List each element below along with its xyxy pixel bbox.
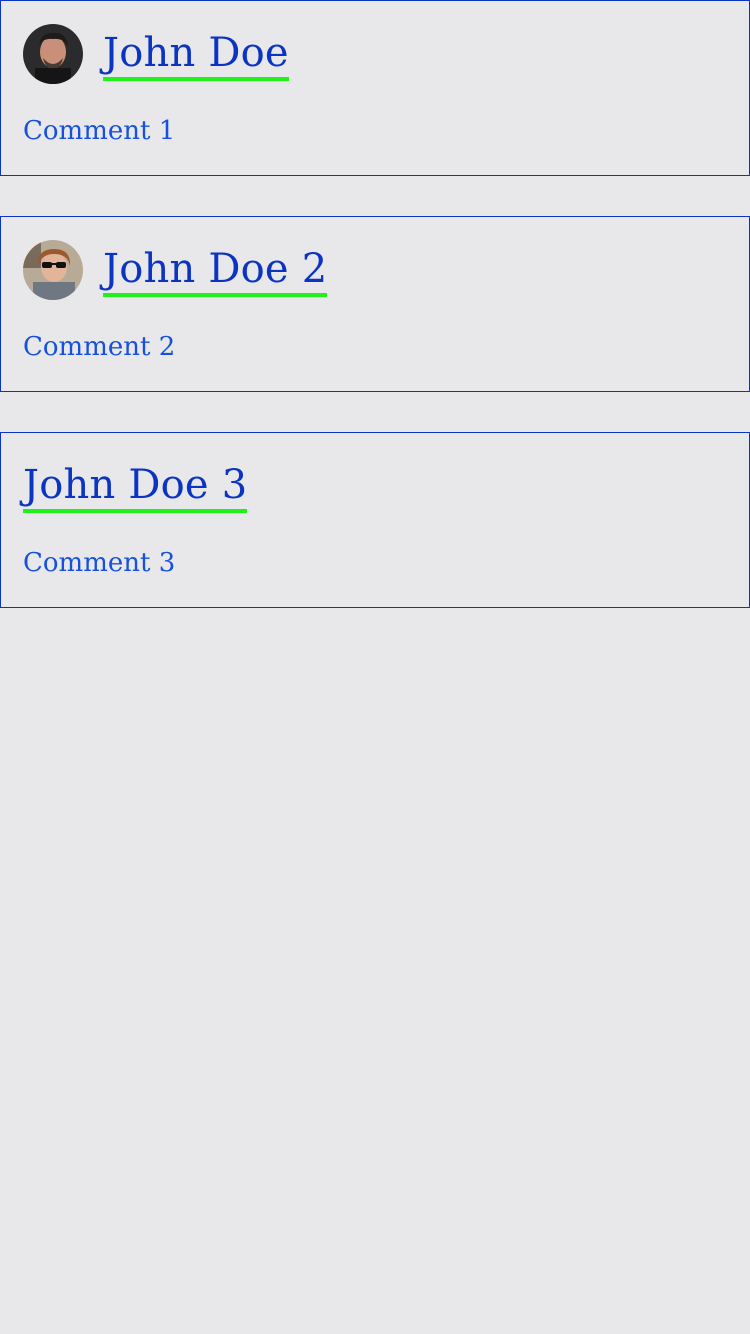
- avatar-sunglasses-icon: [23, 240, 83, 300]
- comment-text: Comment 3: [23, 548, 176, 578]
- comment-text: Comment 1: [23, 116, 176, 146]
- comment-card: John Doe 2 Comment 2: [0, 216, 750, 392]
- avatar[interactable]: [23, 24, 83, 84]
- author-link[interactable]: John Doe 2: [103, 245, 328, 297]
- comment-card: John Doe Comment 1: [0, 0, 750, 176]
- author-link[interactable]: John Doe: [103, 29, 289, 81]
- comment-card: John Doe 3 Comment 3: [0, 432, 750, 608]
- avatar-man-icon: [23, 24, 83, 84]
- author-link[interactable]: John Doe 3: [23, 461, 248, 513]
- comment-text: Comment 2: [23, 332, 176, 362]
- avatar[interactable]: [23, 240, 83, 300]
